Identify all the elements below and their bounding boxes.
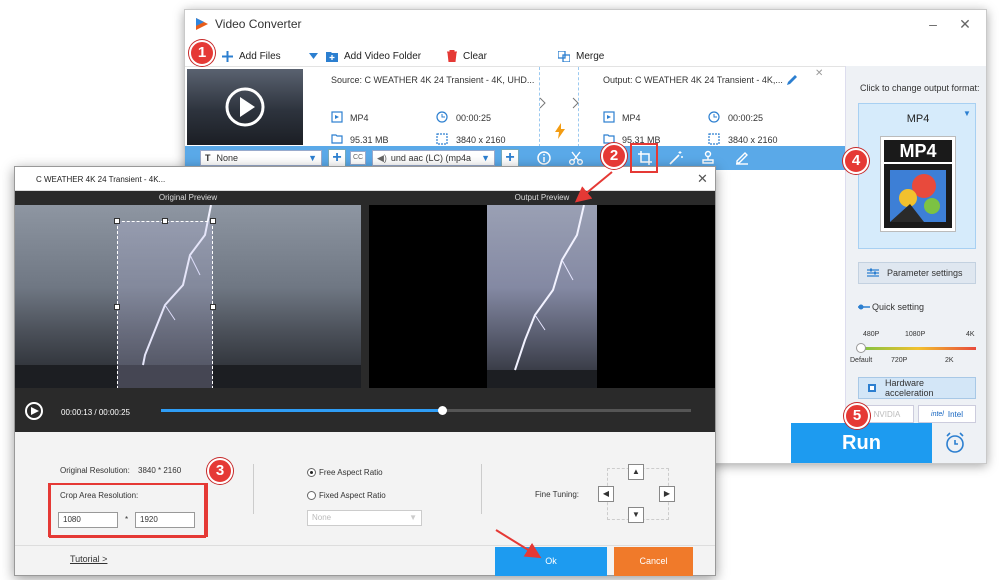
callout-arrows [495,171,613,559]
step-badge-2: 2 [601,143,627,169]
step-badge-3: 3 [207,458,233,484]
step-badge-5: 5 [844,403,870,429]
step-badge-4: 4 [843,148,869,174]
step-badge-1: 1 [189,40,215,66]
